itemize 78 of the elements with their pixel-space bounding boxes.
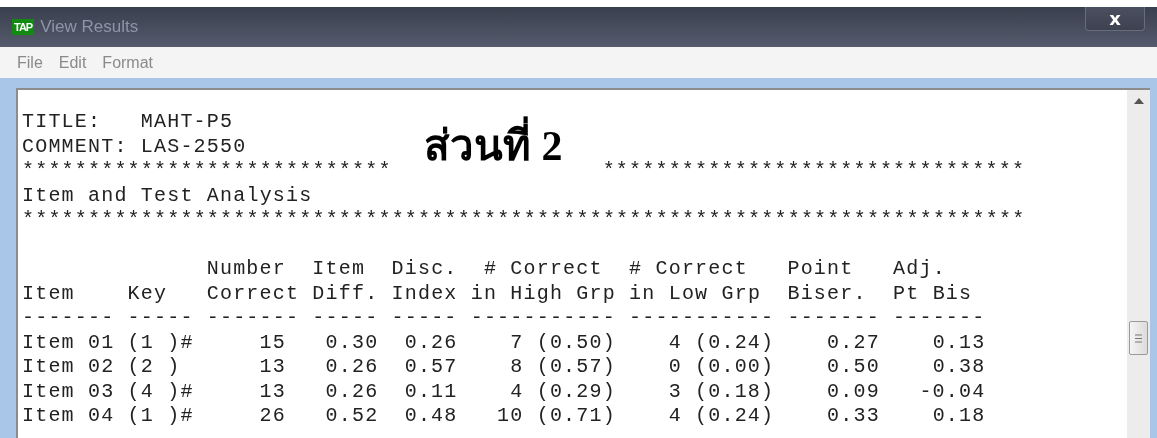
column-header: Pt Bis [893, 281, 974, 306]
column-rule: ----- [127, 306, 194, 331]
table-cell-text: 15 [258, 330, 287, 355]
column-header: in High Grp [470, 281, 616, 306]
table-cell-text: 0.11 [403, 379, 458, 404]
separator-line: **************************** [22, 159, 392, 184]
column-rule: ----------- [629, 306, 775, 331]
table-cell-text: 0.26 [403, 330, 458, 355]
table-cell-text: (2 ) [127, 355, 182, 380]
table-cell-text: 7 (0.50) [509, 330, 616, 355]
column-header: Adj. [893, 257, 947, 282]
table-cell-text: 4 (0.24) [667, 330, 775, 355]
column-rule: ----------- [470, 306, 616, 331]
field-value: LAS-2550 [140, 134, 247, 159]
column-header: Item [312, 257, 367, 282]
table-cell-text: 0.30 [324, 330, 379, 355]
table-cell-text: 0.27 [826, 330, 880, 355]
table-cell-text: 13 [258, 379, 287, 404]
table-cell: Item 01 [22, 330, 115, 355]
app-logo: TAP [12, 19, 35, 35]
window-title: View Results [40, 17, 139, 37]
column-rule: ------- [787, 306, 880, 331]
column-header: Biser. [787, 281, 868, 306]
column-header: Number [206, 257, 287, 282]
table-cell-text: 0.09 [826, 379, 880, 404]
column-header: Key [127, 281, 169, 306]
column-header: # Correct [629, 257, 749, 282]
section-heading: Item and Test Analysis [22, 183, 313, 208]
table-cell-text: 4 (0.29) [509, 379, 616, 404]
scrollbar-track[interactable] [1127, 88, 1150, 438]
table-cell-text: 8 (0.57) [509, 355, 616, 380]
column-header: Point [787, 257, 855, 282]
table-cell-text: 0.38 [931, 355, 986, 380]
column-rule: ----- [312, 306, 379, 331]
column-rule: ------- [893, 306, 986, 331]
table-cell-text: 0.33 [826, 404, 880, 429]
table-cell: Item 03 [22, 379, 115, 404]
table-cell-text: 26 [258, 404, 287, 429]
table-cell-text: 4 (0.24) [667, 404, 775, 429]
table-cell-text: 0.48 [403, 404, 458, 429]
table-cell-text: 0.57 [403, 355, 458, 380]
table-cell: (1 )# [127, 404, 194, 429]
table-cell: (1 )# [127, 330, 194, 355]
table-cell-text: 10 (0.71) [496, 404, 616, 429]
table-cell-text: 0.50 [826, 355, 880, 380]
table-cell-text: 0.52 [324, 404, 379, 429]
column-rule: ----- [391, 306, 458, 331]
close-button[interactable]: x [1085, 7, 1145, 31]
field-label: COMMENT: [22, 134, 129, 159]
separator-line: **************************************************************************** [22, 208, 1026, 233]
field-label: TITLE: [22, 110, 103, 135]
scroll-up-icon[interactable] [1133, 98, 1144, 104]
table-cell: Item 04 [22, 404, 115, 429]
column-header: Index [391, 281, 458, 306]
field-value: MAHT-P5 [140, 110, 234, 135]
table-cell-text: 0.26 [324, 355, 379, 380]
column-header: Correct [206, 281, 300, 306]
table-cell: (4 )# [127, 379, 194, 404]
column-header: Item [22, 281, 76, 306]
column-header: # Correct [482, 257, 604, 282]
separator-line: ******************************** [602, 159, 1026, 184]
column-header: Disc. [391, 257, 458, 282]
table-cell-text: 3 (0.18) [667, 379, 775, 404]
scrollbar-thumb[interactable] [1129, 321, 1148, 355]
column-header: in Low Grp [629, 281, 763, 306]
table-cell-text: 0.13 [931, 330, 986, 355]
column-header: Diff. [312, 281, 379, 306]
menu-item[interactable]: File [14, 53, 46, 72]
table-cell: Item 02 [22, 355, 115, 380]
column-rule: ------- [206, 306, 300, 331]
column-rule: ------- [22, 306, 115, 331]
menu-item[interactable]: Format [99, 53, 157, 72]
table-cell-text: -0.04 [918, 379, 986, 404]
table-cell-text: 0.18 [931, 404, 986, 429]
table-cell-text: 13 [258, 355, 287, 380]
table-cell-text: 0 (0.00) [667, 355, 775, 380]
table-cell-text: 0.26 [324, 379, 379, 404]
menu-item[interactable]: Edit [55, 53, 90, 72]
